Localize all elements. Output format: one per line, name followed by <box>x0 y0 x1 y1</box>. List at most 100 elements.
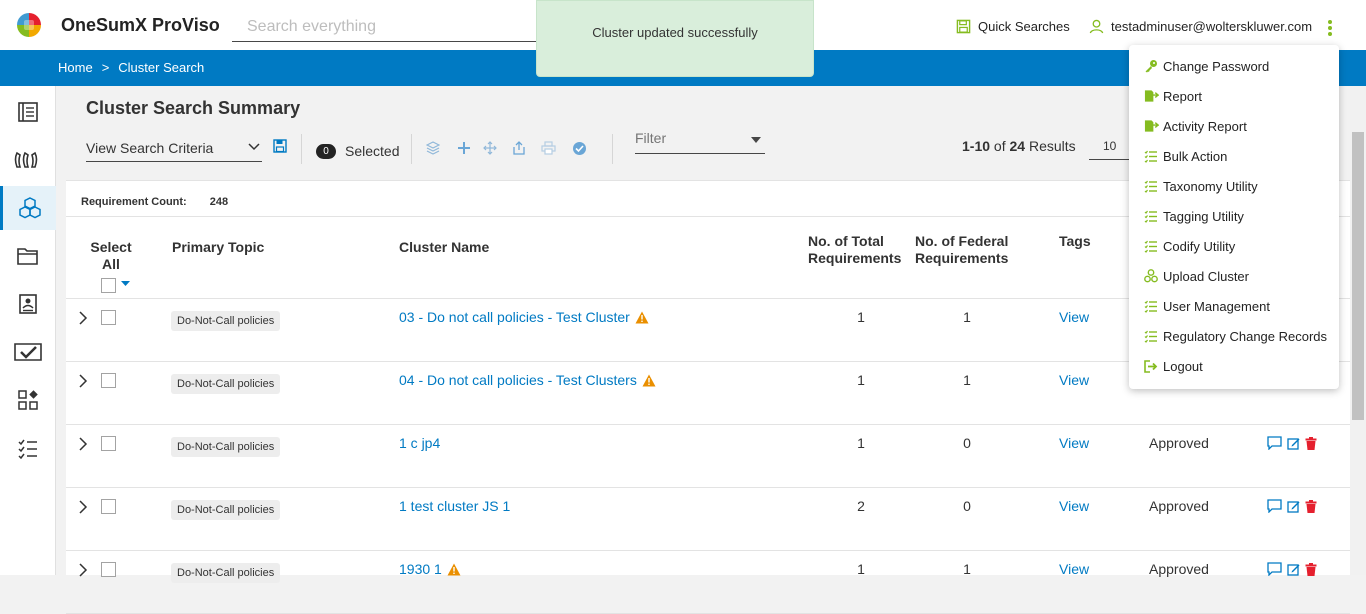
layers-icon[interactable] <box>425 140 441 156</box>
federal-requirements-value: 0 <box>963 498 971 514</box>
expand-row-icon[interactable] <box>78 437 88 456</box>
global-search-input[interactable] <box>232 12 537 42</box>
scrollbar-thumb[interactable] <box>1352 132 1364 420</box>
toolbar-divider <box>301 134 302 164</box>
row-checkbox[interactable] <box>101 436 116 451</box>
expand-row-icon[interactable] <box>78 500 88 519</box>
row-checkbox[interactable] <box>101 310 116 325</box>
breadcrumb: Home > Cluster Search <box>58 60 204 75</box>
cluster-name: 03 - Do not call policies - Test Cluster <box>399 309 630 325</box>
cluster-name-link[interactable]: 1 c jp4 <box>399 435 440 451</box>
success-toast: Cluster updated successfully <box>536 0 814 77</box>
sidebar-item-tasks[interactable] <box>0 330 56 374</box>
selected-label: Selected <box>345 143 400 159</box>
results-of: of <box>993 138 1006 154</box>
delete-icon[interactable] <box>1305 499 1317 513</box>
status-text: Approved <box>1149 435 1209 451</box>
sidebar-item-checklists[interactable] <box>0 426 56 470</box>
menu-item-taxonomy-utility[interactable]: Taxonomy Utility <box>1144 176 1258 196</box>
sidebar-item-person-docs[interactable] <box>0 282 56 326</box>
sidebar <box>0 86 56 575</box>
cluster-name-header[interactable]: Cluster Name <box>399 239 489 256</box>
cluster-icon <box>1144 269 1159 283</box>
row-checkbox[interactable] <box>101 373 116 388</box>
app-logo-icon[interactable] <box>17 13 41 37</box>
row-checkbox[interactable] <box>101 499 116 514</box>
tags-view-link[interactable]: View <box>1059 372 1089 388</box>
cluster-name-link[interactable]: 04 - Do not call policies - Test Cluster… <box>399 372 656 388</box>
menu-item-label: User Management <box>1163 298 1270 314</box>
save-icon <box>956 19 971 34</box>
tags-view-link[interactable]: View <box>1059 498 1089 514</box>
menu-item-codify-utility[interactable]: Codify Utility <box>1144 236 1235 256</box>
add-icon[interactable] <box>456 140 472 156</box>
expand-row-icon[interactable] <box>78 311 88 330</box>
more-options-icon[interactable] <box>1327 20 1333 38</box>
page-scrollbar[interactable] <box>1350 86 1366 575</box>
row-actions <box>1267 436 1317 450</box>
edit-icon[interactable] <box>1287 563 1300 576</box>
select-all-checkbox[interactable] <box>101 278 116 293</box>
print-icon[interactable] <box>540 140 556 156</box>
select-all-header: Select All <box>90 239 132 272</box>
list-check-icon <box>1144 210 1159 223</box>
selected-count-badge: 0 <box>316 144 336 159</box>
person-doc-icon <box>19 294 37 314</box>
move-icon[interactable] <box>482 140 498 156</box>
caret-down-icon[interactable] <box>121 281 130 287</box>
tags-view-link[interactable]: View <box>1059 435 1089 451</box>
cluster-name-link[interactable]: 03 - Do not call policies - Test Cluster <box>399 309 649 325</box>
menu-item-tagging-utility[interactable]: Tagging Utility <box>1144 206 1244 226</box>
menu-item-upload-cluster[interactable]: Upload Cluster <box>1144 266 1249 286</box>
tags-view-link[interactable]: View <box>1059 309 1089 325</box>
save-search-icon[interactable] <box>273 139 287 153</box>
cluster-name: 04 - Do not call policies - Test Cluster… <box>399 372 637 388</box>
sidebar-item-documents[interactable] <box>0 90 56 134</box>
expand-row-icon[interactable] <box>78 374 88 393</box>
menu-item-user-management[interactable]: User Management <box>1144 296 1270 316</box>
export-icon[interactable] <box>511 140 527 156</box>
federal-requirements-value: 1 <box>963 309 971 325</box>
sidebar-item-folders[interactable] <box>0 234 56 278</box>
menu-item-activity-report[interactable]: Activity Report <box>1144 116 1247 136</box>
chevron-down-icon <box>248 143 260 151</box>
menu-item-change-password[interactable]: Change Password <box>1144 56 1269 76</box>
delete-icon[interactable] <box>1305 436 1317 450</box>
sidebar-item-widgets[interactable] <box>0 378 56 422</box>
user-account-button[interactable]: testadminuser@wolterskluwer.com <box>1089 19 1312 34</box>
activity-report-icon <box>1144 119 1159 133</box>
view-search-criteria-label: View Search Criteria <box>86 140 214 156</box>
sidebar-item-quotes[interactable] <box>0 138 56 182</box>
total-requirements-value: 1 <box>857 435 865 451</box>
cluster-name-link[interactable]: 1 test cluster JS 1 <box>399 498 510 514</box>
edit-icon[interactable] <box>1287 437 1300 450</box>
menu-item-bulk-action[interactable]: Bulk Action <box>1144 146 1227 166</box>
menu-item-label: Tagging Utility <box>1163 208 1244 224</box>
total-requirements-header[interactable]: No. of Total Requirements <box>808 233 903 267</box>
federal-requirements-value: 1 <box>963 372 971 388</box>
menu-item-regulatory-change-records[interactable]: Regulatory Change Records <box>1144 326 1327 346</box>
caret-down-icon <box>751 137 761 143</box>
delete-icon[interactable] <box>1305 562 1317 576</box>
comment-icon[interactable] <box>1267 499 1282 513</box>
widgets-icon <box>18 390 38 410</box>
sidebar-item-clusters[interactable] <box>0 186 56 230</box>
per-page-select[interactable]: 10 <box>1089 136 1129 160</box>
menu-item-logout[interactable]: Logout <box>1144 356 1203 376</box>
edit-icon[interactable] <box>1287 500 1300 513</box>
quick-searches-button[interactable]: Quick Searches <box>956 19 1070 34</box>
primary-topic-header[interactable]: Primary Topic <box>172 239 264 256</box>
list-check-icon <box>1144 180 1159 193</box>
federal-requirements-header[interactable]: No. of Federal Requirements <box>915 233 1010 267</box>
expand-row-icon[interactable] <box>78 563 88 582</box>
approve-check-icon[interactable] <box>571 140 587 156</box>
menu-item-report[interactable]: Report <box>1144 86 1202 106</box>
primary-topic-tag: Do-Not-Call policies <box>171 500 281 520</box>
comment-icon[interactable] <box>1267 562 1282 576</box>
comment-icon[interactable] <box>1267 436 1282 450</box>
breadcrumb-home[interactable]: Home <box>58 60 93 75</box>
total-requirements-value: 1 <box>857 309 865 325</box>
filter-dropdown[interactable]: Filter <box>635 130 765 154</box>
cubes-icon <box>18 197 41 219</box>
view-search-criteria-dropdown[interactable]: View Search Criteria <box>86 138 262 162</box>
